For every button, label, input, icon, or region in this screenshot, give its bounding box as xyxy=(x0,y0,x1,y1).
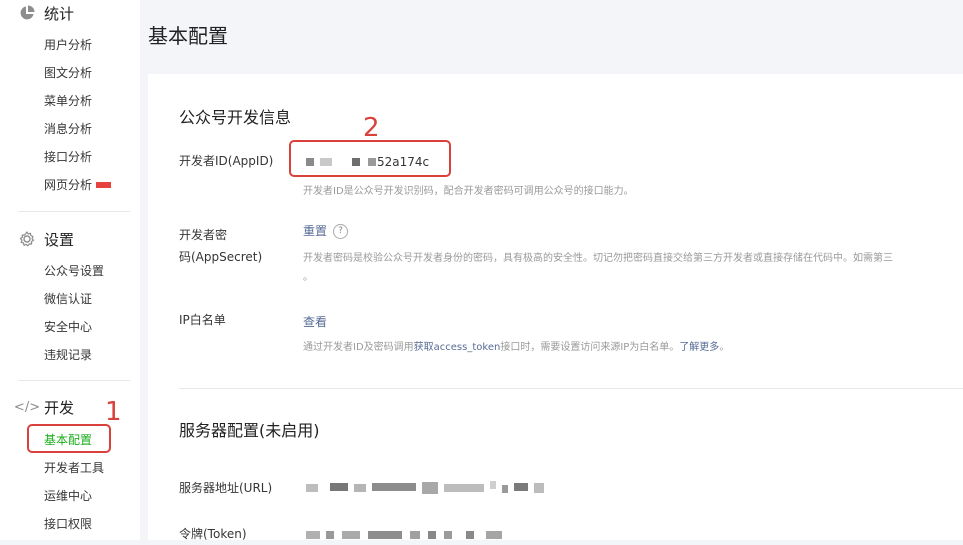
redaction-mask xyxy=(330,483,348,491)
redaction-mask xyxy=(466,531,474,539)
sidebar-item-menu-analysis[interactable]: 菜单分析 xyxy=(44,93,92,109)
server-url-label: 服务器地址(URL) xyxy=(179,481,273,495)
redaction-mask xyxy=(326,531,334,539)
new-badge xyxy=(96,181,112,188)
dev-info-title: 公众号开发信息 xyxy=(179,108,292,127)
redaction-mask xyxy=(342,531,360,539)
help-icon[interactable]: ? xyxy=(333,224,349,239)
redaction-mask xyxy=(444,531,452,539)
redaction-mask xyxy=(428,531,436,539)
sidebar-item-message-analysis[interactable]: 消息分析 xyxy=(44,121,92,137)
annotation-number-1: 1 xyxy=(105,397,122,427)
sidebar-item-user-analysis[interactable]: 用户分析 xyxy=(44,37,92,53)
redaction-mask xyxy=(354,484,366,492)
learn-more-link[interactable]: 了解更多 xyxy=(679,342,719,353)
appid-label: 开发者ID(AppID) xyxy=(179,154,274,168)
annotation-box-2 xyxy=(289,140,451,177)
page-title: 基本配置 xyxy=(148,24,228,48)
token-label: 令牌(Token) xyxy=(179,527,247,541)
sidebar-divider xyxy=(18,380,130,381)
sidebar-item-account-settings[interactable]: 公众号设置 xyxy=(44,263,104,279)
redaction-mask xyxy=(490,481,496,489)
sidebar-item-label: 网页分析 xyxy=(44,178,93,192)
sidebar-item-security-center[interactable]: 安全中心 xyxy=(44,319,92,335)
sidebar-item-wechat-verification[interactable]: 微信认证 xyxy=(44,291,92,307)
redaction-mask xyxy=(534,483,544,493)
content-panel: 公众号开发信息 开发者ID(AppID) 52a174c 开发者ID是公众号开发… xyxy=(148,74,963,541)
desc-text: 通过开发者ID及密码调用 xyxy=(303,342,414,353)
appsecret-label-line: 开发者密 xyxy=(179,228,228,242)
sidebar-section-settings: 设置 xyxy=(18,226,74,252)
annotation-box-1 xyxy=(27,424,111,453)
desc-text: 。 xyxy=(719,342,730,353)
get-access-token-link[interactable]: 获取access_token xyxy=(414,342,501,353)
redaction-mask xyxy=(486,531,502,539)
sidebar-item-developer-tools[interactable]: 开发者工具 xyxy=(44,460,104,476)
token-value xyxy=(306,529,516,541)
view-link-text[interactable]: 查看 xyxy=(303,315,327,329)
sidebar-section-title: 统计 xyxy=(44,4,75,23)
sidebar-item-ops-center[interactable]: 运维中心 xyxy=(44,488,92,504)
sidebar-item-article-analysis[interactable]: 图文分析 xyxy=(44,65,92,81)
server-config-title: 服务器配置(未启用) xyxy=(179,421,320,440)
redaction-mask xyxy=(372,483,416,491)
sidebar-item-violation-records[interactable]: 违规记录 xyxy=(44,347,92,363)
sidebar-section-dev: </> 开发 xyxy=(13,394,75,420)
appsecret-description-end: 。 xyxy=(303,272,313,283)
redaction-mask xyxy=(502,485,508,493)
redaction-mask xyxy=(410,531,420,539)
redaction-mask xyxy=(422,482,438,494)
ip-whitelist-description: 通过开发者ID及密码调用获取access_token接口时，需要设置访问来源IP… xyxy=(303,338,729,353)
redaction-mask xyxy=(514,483,528,491)
code-icon: </> xyxy=(13,399,41,415)
pie-chart-icon xyxy=(18,4,36,22)
section-divider xyxy=(179,388,963,389)
sidebar-section-title: 设置 xyxy=(44,230,75,249)
sidebar-divider xyxy=(18,211,130,212)
view-ip-whitelist-link[interactable]: 查看 xyxy=(303,313,327,330)
redaction-mask xyxy=(306,531,320,539)
annotation-number-2: 2 xyxy=(363,113,380,143)
desc-text: 接口时，需要设置访问来源IP为白名单。 xyxy=(500,342,680,353)
sidebar: 统计 用户分析 图文分析 菜单分析 消息分析 接口分析 网页分析 设置 公众号设… xyxy=(0,0,140,540)
sidebar-item-api-permissions[interactable]: 接口权限 xyxy=(44,516,92,532)
sidebar-item-web-analysis[interactable]: 网页分析 xyxy=(44,177,112,193)
redaction-mask xyxy=(368,531,402,539)
redaction-mask xyxy=(444,484,484,492)
ip-whitelist-label: IP白名单 xyxy=(179,313,226,327)
appid-description: 开发者ID是公众号开发识别码，配合开发者密码可调用公众号的接口能力。 xyxy=(303,186,634,197)
sidebar-section-title: 开发 xyxy=(44,398,75,417)
appsecret-actions: 重置? xyxy=(303,222,349,239)
server-url-value xyxy=(306,479,546,497)
sidebar-item-api-analysis[interactable]: 接口分析 xyxy=(44,149,92,165)
appsecret-label: 开发者密 码(AppSecret) xyxy=(179,224,262,268)
gear-icon xyxy=(18,230,36,248)
redaction-mask xyxy=(306,484,318,492)
reset-secret-link[interactable]: 重置 xyxy=(303,224,327,238)
sidebar-section-stats: 统计 xyxy=(18,0,74,26)
appsecret-description: 开发者密码是校验公众号开发者身份的密码，具有极高的安全性。切记勿把密码直接交给第… xyxy=(303,253,893,264)
appsecret-label-line: 码(AppSecret) xyxy=(179,250,263,264)
